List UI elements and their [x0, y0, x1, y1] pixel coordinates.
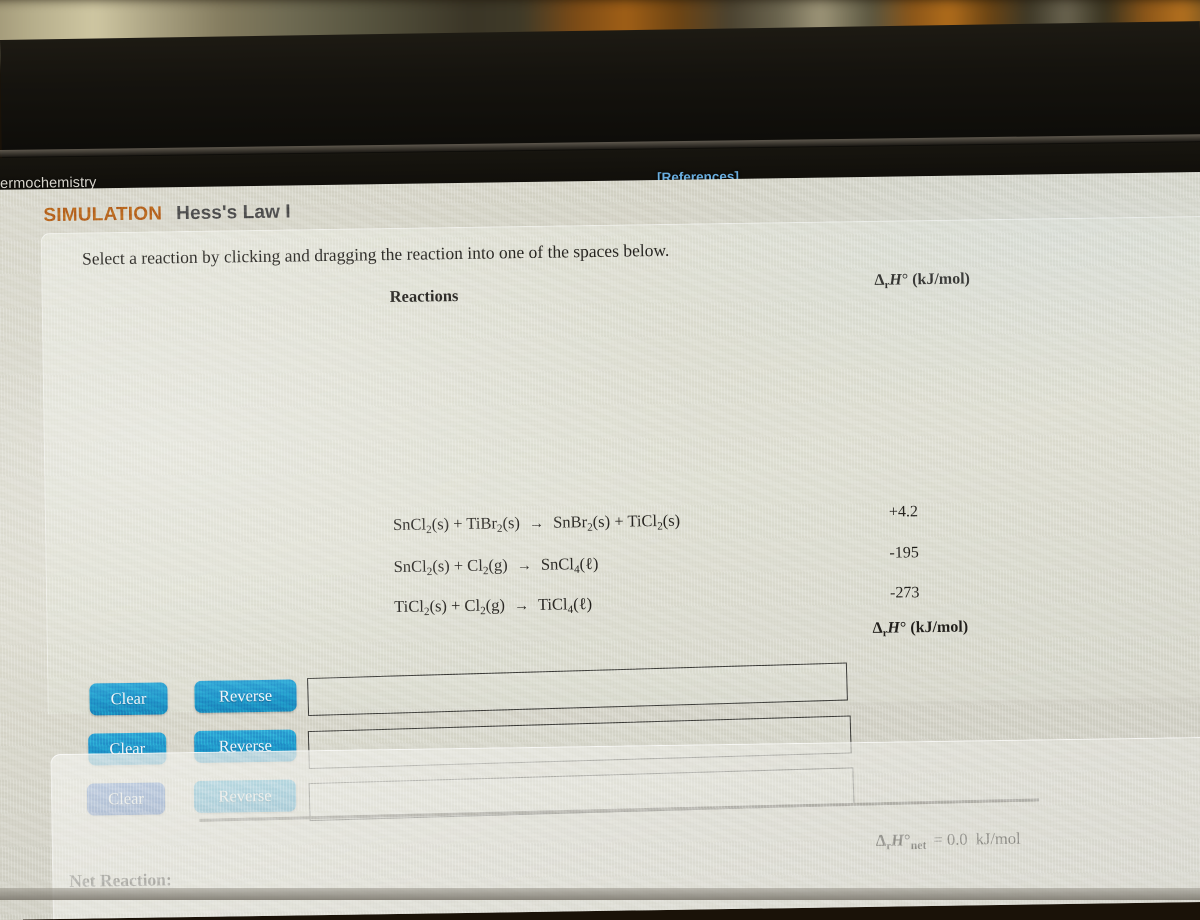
- enthalpy-column-header-bottom: ΔrH° (kJ/mol): [872, 618, 969, 640]
- photo-bottom-shadow: [0, 888, 1200, 900]
- reaction-row[interactable]: TiCl2(s) + Cl2(g) → TiCl4(ℓ): [394, 594, 592, 619]
- reactions-column-header: Reactions: [389, 286, 459, 307]
- simulation-panel: [40, 215, 1200, 715]
- simulation-title: Hess's Law I: [176, 201, 291, 225]
- enthalpy-value: +4.2: [888, 503, 919, 521]
- reverse-button-1[interactable]: Reverse: [194, 679, 297, 713]
- simulation-label: SIMULATION: [43, 203, 163, 227]
- enthalpy-value: -195: [889, 544, 919, 562]
- page-title: SIMULATION Hess's Law I: [43, 201, 291, 227]
- enthalpy-value: -273: [889, 584, 920, 602]
- reaction-row[interactable]: SnCl2(s) + TiBr2(s) → SnBr2(s) + TiCl2(s…: [393, 511, 680, 537]
- reaction-row[interactable]: SnCl2(s) + Cl2(g) → SnCl4(ℓ): [393, 554, 598, 579]
- enthalpy-column-header: ΔrH° (kJ/mol): [874, 270, 971, 292]
- monitor-screen: SIMULATION Hess's Law I Select a reactio…: [0, 171, 1200, 920]
- clear-button-1[interactable]: Clear: [89, 682, 168, 716]
